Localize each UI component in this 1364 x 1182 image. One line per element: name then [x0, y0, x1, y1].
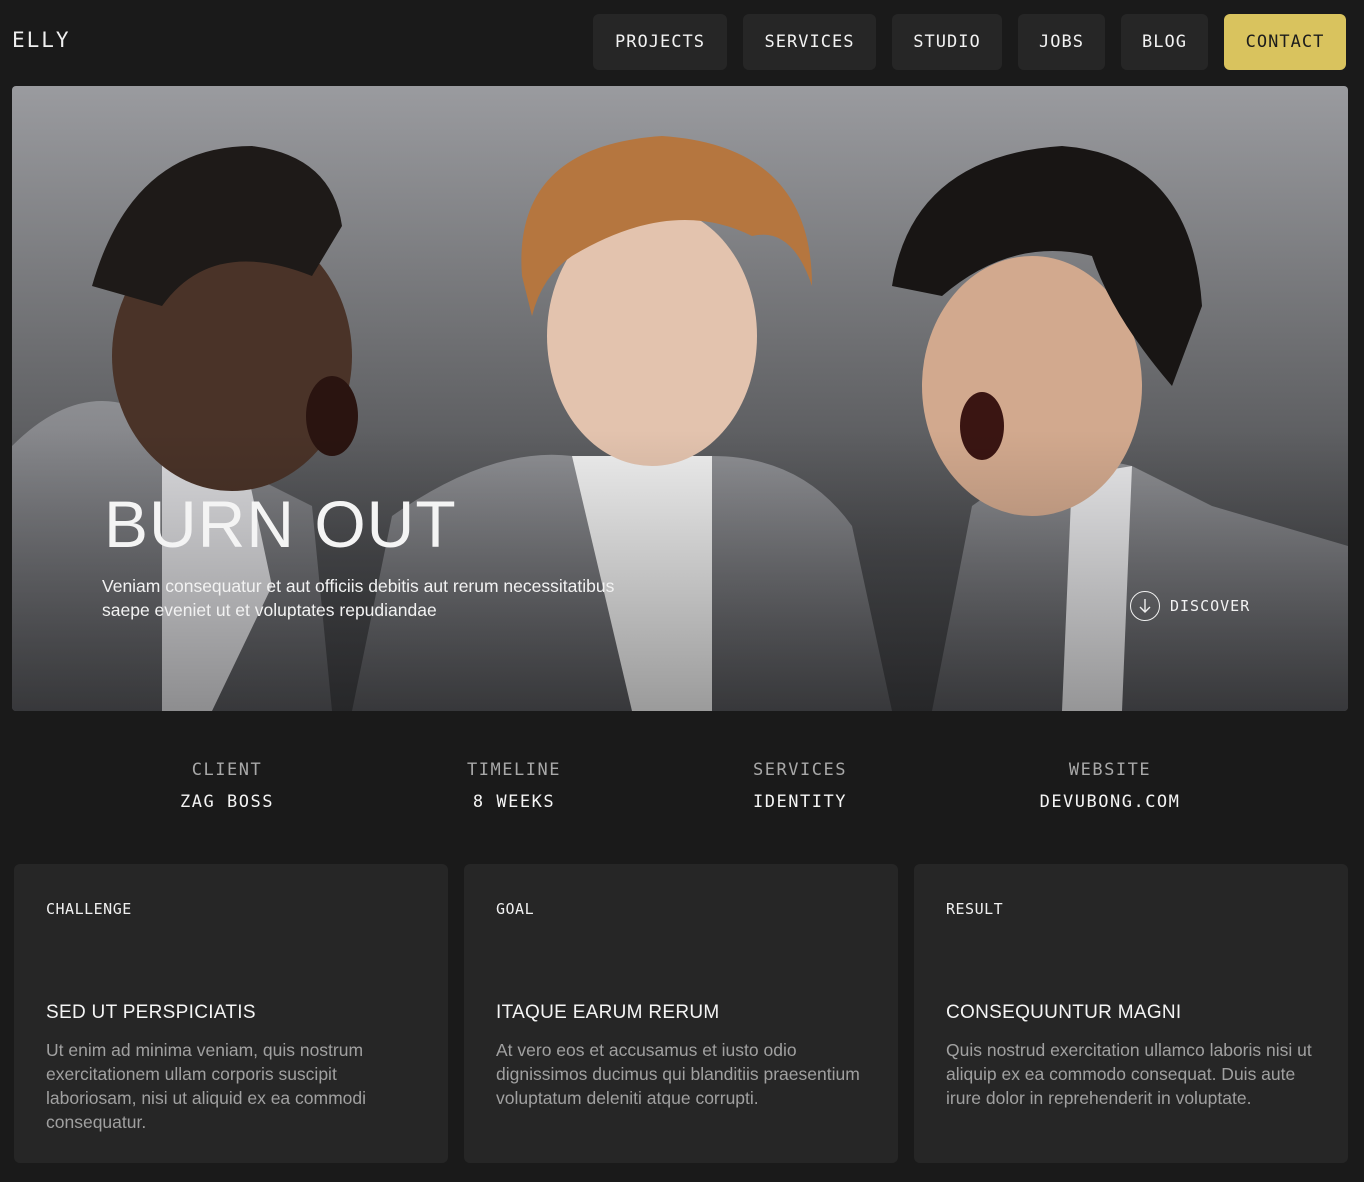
nav-blog[interactable]: BLOG: [1121, 14, 1208, 70]
meta-services: SERVICES IDENTITY: [670, 760, 930, 812]
nav-jobs[interactable]: JOBS: [1018, 14, 1105, 70]
card-tag: GOAL: [496, 900, 535, 918]
challenge-card: CHALLENGE SED UT PERSPICIATIS Ut enim ad…: [14, 864, 448, 1163]
meta-label: WEBSITE: [1068, 760, 1152, 780]
discover-label: DISCOVER: [1170, 597, 1251, 615]
meta-value[interactable]: DEVUBONG.COM: [980, 792, 1240, 812]
meta-value: 8 WEEKS: [472, 792, 556, 812]
meta-website: WEBSITE DEVUBONG.COM: [980, 760, 1240, 812]
arrow-down-circle-icon: [1130, 591, 1160, 621]
meta-value: IDENTITY: [753, 792, 847, 812]
meta-value: ZAG BOSS: [180, 792, 274, 812]
hero-subtitle: Veniam consequatur et aut officiis debit…: [102, 576, 615, 620]
card-heading: CONSEQUUNTUR MAGNI: [946, 1002, 1182, 1023]
nav-services[interactable]: SERVICES: [743, 14, 876, 70]
goal-card: GOAL ITAQUE EARUM RERUM At vero eos et a…: [464, 864, 898, 1163]
card-body: Ut enim ad minima veniam, quis nostrum e…: [46, 1040, 367, 1132]
nav-projects[interactable]: PROJECTS: [593, 14, 727, 70]
card-tag: CHALLENGE: [46, 900, 132, 918]
card-body: Quis nostrud exercitation ullamco labori…: [946, 1040, 1312, 1108]
card-tag: RESULT: [946, 900, 1004, 918]
contact-button[interactable]: CONTACT: [1224, 14, 1346, 70]
hero-banner: BURN OUT Veniam consequatur et aut offic…: [12, 86, 1348, 711]
meta-timeline: TIMELINE 8 WEEKS: [384, 760, 644, 812]
card-body: At vero eos et accusamus et iusto odio d…: [496, 1040, 860, 1108]
nav-studio[interactable]: STUDIO: [892, 14, 1002, 70]
discover-button[interactable]: DISCOVER: [1130, 590, 1250, 622]
card-heading: ITAQUE EARUM RERUM: [496, 1002, 720, 1023]
meta-label: TIMELINE: [467, 760, 561, 780]
card-heading: SED UT PERSPICIATIS: [46, 1002, 256, 1023]
meta-label: CLIENT: [191, 760, 263, 780]
site-logo[interactable]: ELLY: [12, 28, 71, 52]
meta-label: SERVICES: [753, 760, 847, 780]
hero-title: BURN OUT: [104, 487, 457, 561]
result-card: RESULT CONSEQUUNTUR MAGNI Quis nostrud e…: [914, 864, 1348, 1163]
meta-client: CLIENT ZAG BOSS: [97, 760, 357, 812]
